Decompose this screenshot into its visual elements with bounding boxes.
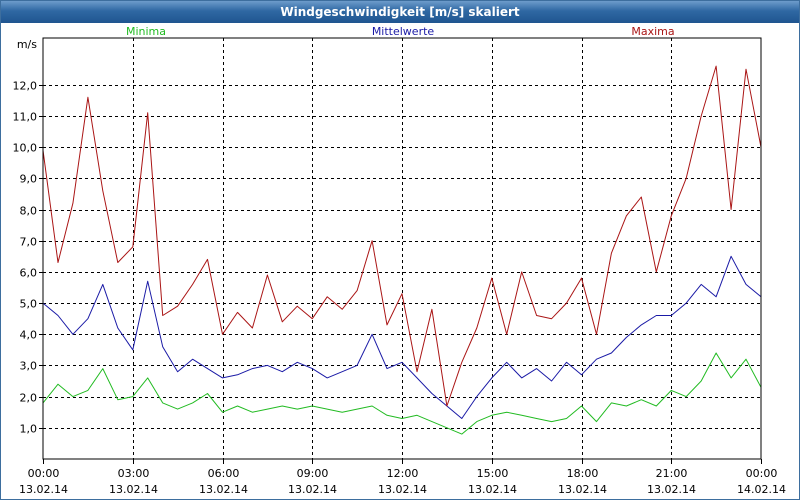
x-tick-time-label: 00:00 (28, 467, 60, 480)
y-tick-label: 11,0 (13, 111, 38, 124)
x-tick-date-label: 13.02.14 (109, 483, 158, 496)
y-tick-label: 7,0 (20, 236, 38, 249)
legend-mittelwerte: Mittelwerte (372, 25, 435, 38)
y-tick-label: 10,0 (13, 142, 38, 155)
x-tick-time-label: 12:00 (387, 467, 419, 480)
grid (43, 38, 761, 459)
x-tick-time-label: 15:00 (477, 467, 509, 480)
x-tick-date-label: 14.02.14 (737, 483, 786, 496)
y-tick-label: 12,0 (13, 80, 38, 93)
y-tick-label: 9,0 (20, 173, 38, 186)
window-title: Windgeschwindigkeit [m/s] skaliert (1, 1, 799, 23)
y-tick-label: 3,0 (20, 360, 38, 373)
y-tick-label: 1,0 (20, 423, 38, 436)
x-tick-time-label: 06:00 (208, 467, 240, 480)
x-tick-time-label: 18:00 (567, 467, 599, 480)
x-tick-date-label: 13.02.14 (378, 483, 427, 496)
y-tick-label: 4,0 (20, 329, 38, 342)
line-chart: Minima Mittelwerte Maxima 1,0 2,0 3,0 4,0 5,0 6… (13, 25, 786, 496)
x-tick-time-label: 09:00 (297, 467, 329, 480)
x-tick-date-label: 13.02.14 (647, 483, 696, 496)
x-tick-date-label: 13.02.14 (288, 483, 337, 496)
y-axis-label: m/s (17, 38, 37, 51)
y-tick-label: 2,0 (20, 392, 38, 405)
x-tick-date-label: 13.02.14 (558, 483, 607, 496)
x-tick-date-label: 13.02.14 (199, 483, 248, 496)
x-tick-date-label: 13.02.14 (19, 483, 68, 496)
x-tick-date-label: 13.02.14 (468, 483, 517, 496)
axes: 1,0 2,0 3,0 4,0 5,0 6,0 7,0 8,0 9,0 10,0 11,0 12,0 m… (13, 37, 786, 496)
x-tick-time-label: 03:00 (118, 467, 150, 480)
legend-minima: Minima (126, 25, 166, 38)
legend-maxima: Maxima (631, 25, 674, 38)
y-tick-label: 6,0 (20, 267, 38, 280)
chart-window: Windgeschwindigkeit [m/s] skaliert Minim… (0, 0, 800, 500)
y-tick-label: 5,0 (20, 298, 38, 311)
x-tick-time-label: 00:00 (746, 467, 778, 480)
y-tick-label: 8,0 (20, 205, 38, 218)
x-tick-time-label: 21:00 (656, 467, 688, 480)
legend: Minima Mittelwerte Maxima (126, 25, 675, 38)
